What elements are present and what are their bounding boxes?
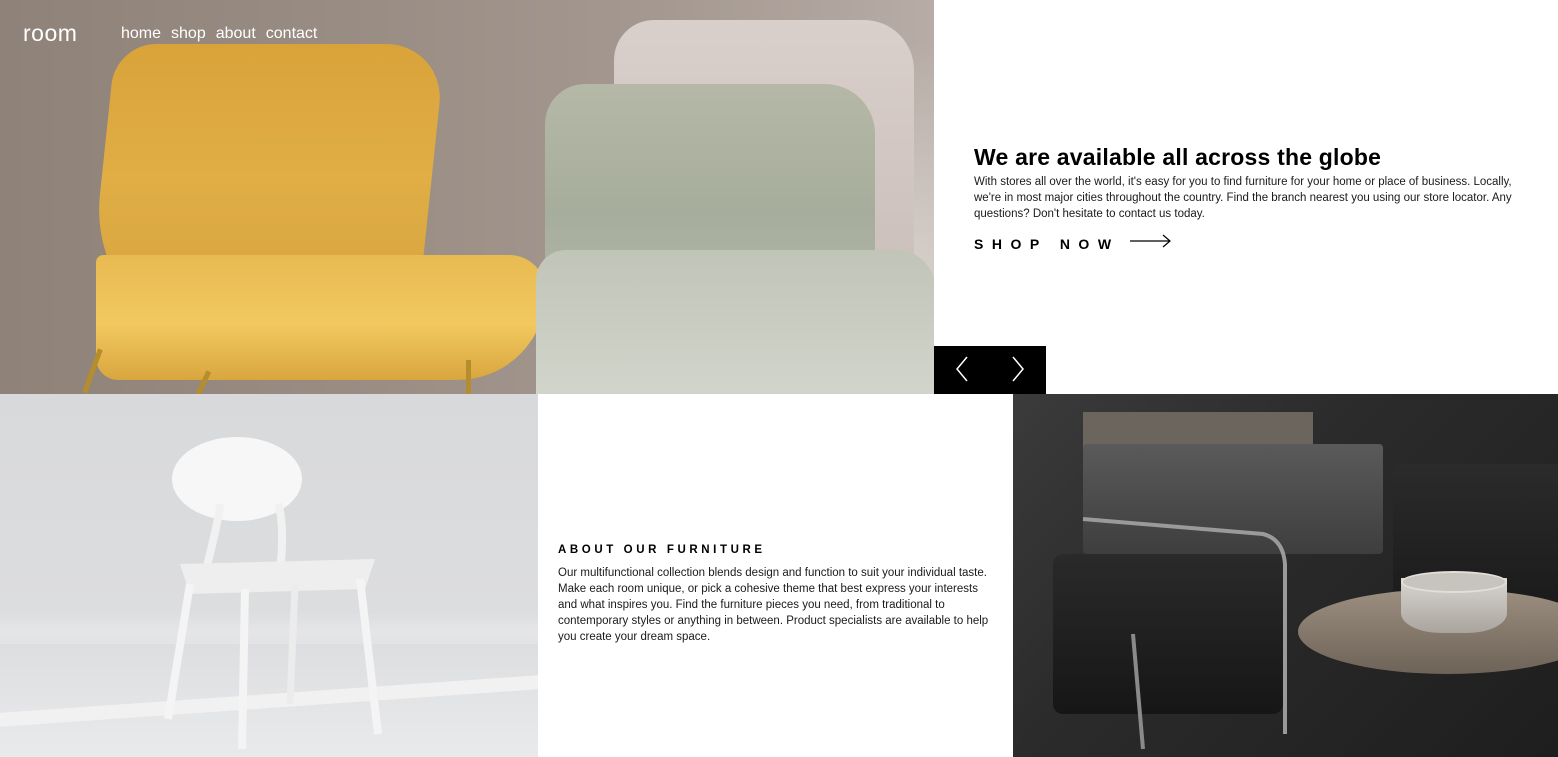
nav-home[interactable]: home [121,25,161,43]
shop-now-label: SHOP NOW [974,235,1120,252]
about-description: Our multifunctional collection blends de… [558,567,989,643]
about-title: ABOUT OUR FURNITURE [558,544,766,556]
white-chair [164,437,382,750]
nav-about[interactable]: about [216,25,256,43]
hero-image [0,0,934,394]
about-section: ABOUT OUR FURNITURE Our multifunctional … [558,544,998,645]
chevron-right-icon [1011,356,1025,385]
arrow-right-icon [1129,234,1172,253]
chair-green-seat [536,250,934,394]
white-chair-image [0,394,538,757]
hero-title: We are available all across the globe [974,144,1382,170]
nav-contact[interactable]: contact [266,25,318,43]
chair-leg [466,360,471,394]
main-nav: home shop about contact [121,25,317,43]
next-slide-button[interactable] [990,346,1046,394]
nav-shop[interactable]: shop [171,25,206,43]
bowl-rim [1401,571,1507,593]
hero-text: We are available all across the globe Wi… [974,143,1534,253]
chair-yellow-seat [96,255,546,380]
dark-room-image [1013,394,1558,757]
armchair-frame [1082,517,1287,750]
hero-description: With stores all over the world, it's eas… [974,176,1512,220]
prev-slide-button[interactable] [934,346,990,394]
logo[interactable]: room [23,20,77,47]
chevron-left-icon [955,356,969,385]
shop-now-link[interactable]: SHOP NOW [974,234,1534,253]
slider-controls [934,346,1046,394]
